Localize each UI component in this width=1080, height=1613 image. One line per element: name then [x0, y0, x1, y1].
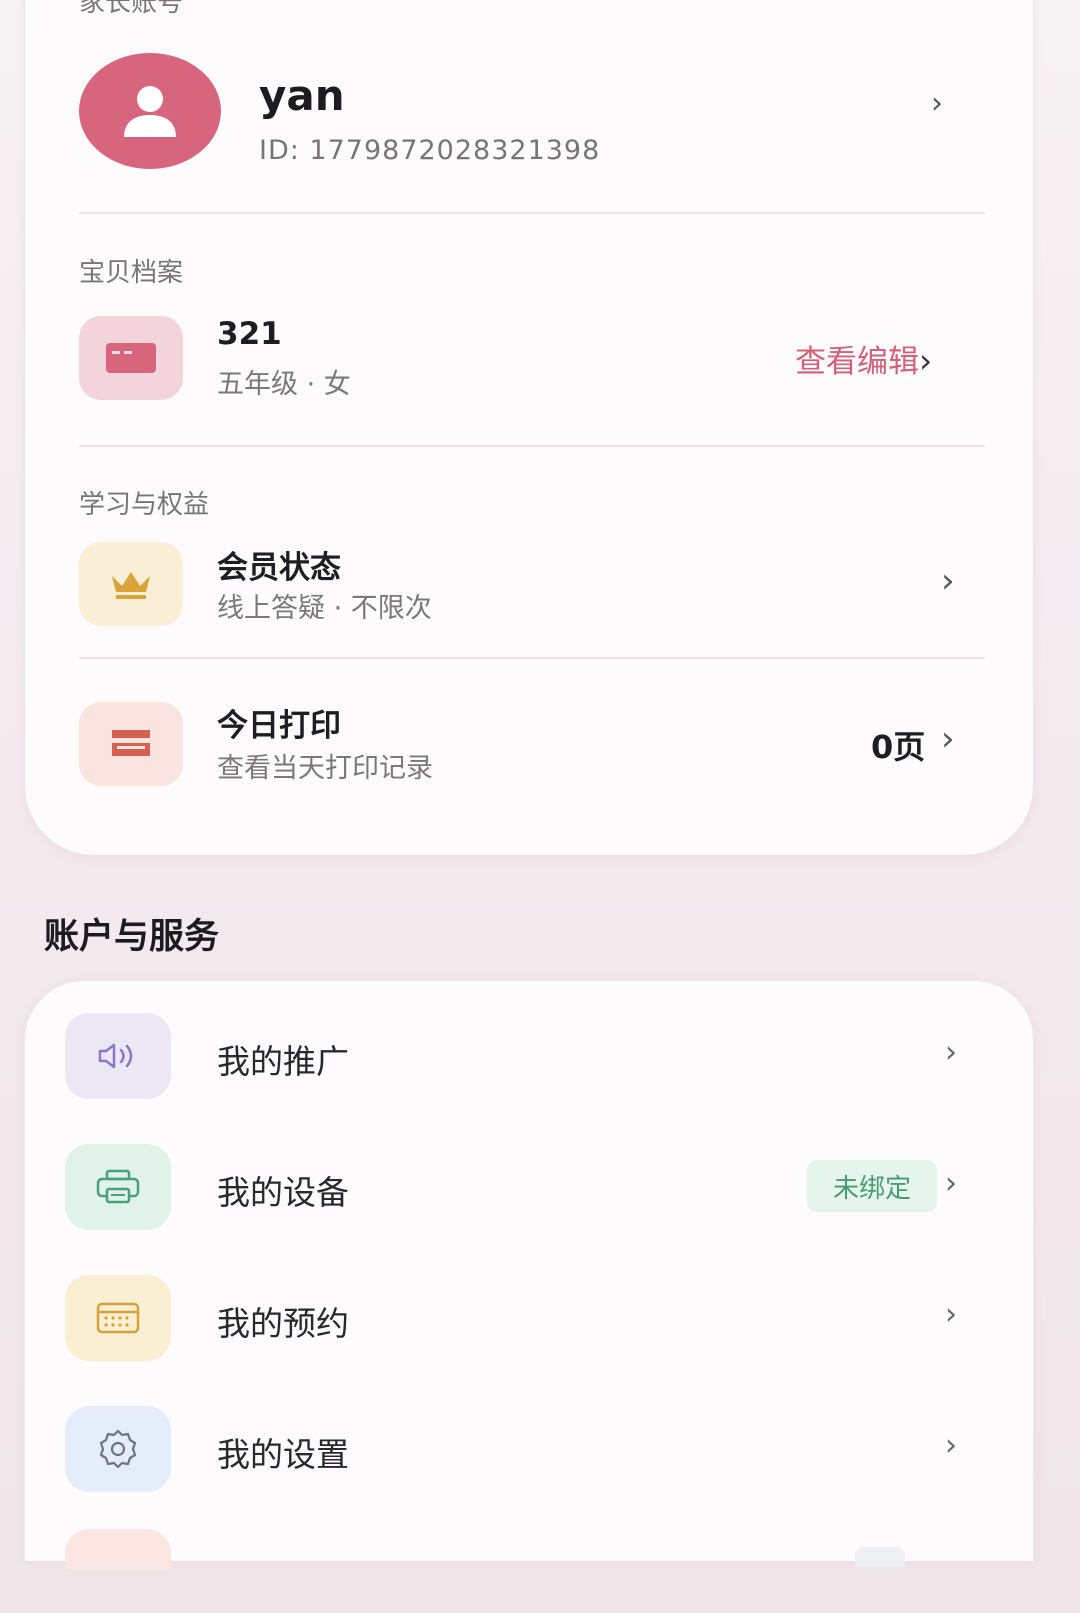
chevron-right-icon: ›	[945, 1428, 957, 1463]
settings-icon-box	[65, 1406, 171, 1492]
id-card-icon	[106, 343, 156, 373]
partial-menu-icon	[65, 1529, 171, 1569]
child-name: 321	[217, 316, 282, 352]
parent-name: yan	[259, 71, 345, 120]
child-info: 五年级 · 女	[217, 369, 351, 400]
parent-section-label: 家长账号	[79, 0, 184, 18]
id-card-icon-box	[79, 316, 183, 400]
user-icon	[124, 86, 176, 137]
view-edit-link[interactable]: 查看编辑›	[795, 336, 932, 381]
view-edit-label: 查看编辑	[795, 344, 919, 380]
appointments-icon-box	[65, 1275, 171, 1361]
membership-title: 会员状态	[217, 550, 341, 586]
menu-item-devices[interactable]: 我的设备 未绑定 ›	[25, 1142, 1033, 1232]
crown-icon	[112, 572, 150, 599]
avatar	[79, 53, 221, 169]
partial-badge	[855, 1547, 905, 1567]
chevron-right-icon: ›	[931, 86, 943, 121]
menu-item-appointments[interactable]: 我的预约 ›	[25, 1273, 1033, 1363]
menu-item-promotion[interactable]: 我的推广 ›	[25, 1011, 1033, 1101]
chevron-right-icon: ›	[945, 1166, 957, 1201]
divider	[79, 657, 985, 659]
promotion-label: 我的推广	[217, 1042, 349, 1081]
child-profile-row[interactable]: 321 五年级 · 女 查看编辑›	[25, 312, 1033, 404]
chevron-right-icon: ›	[945, 1297, 957, 1332]
chevron-right-icon: ›	[941, 719, 955, 759]
membership-subtitle: 线上答疑 · 不限次	[217, 593, 432, 624]
parent-account-row[interactable]: yan ID: 1779872028321398 ›	[25, 45, 1033, 175]
megaphone-icon	[98, 1043, 133, 1069]
status-badge: 未绑定	[807, 1160, 937, 1212]
settings-label: 我的设置	[217, 1435, 349, 1474]
print-count: 0页	[871, 728, 926, 766]
divider	[79, 212, 985, 214]
profile-card: 家长账号 yan ID: 1779872028321398 › 宝贝档案 321…	[24, 0, 1034, 856]
printer-icon	[112, 730, 150, 756]
services-title: 账户与服务	[44, 917, 220, 957]
crown-icon-box	[79, 542, 183, 626]
menu-item-settings[interactable]: 我的设置 ›	[25, 1404, 1033, 1494]
calendar-icon	[96, 1302, 140, 1334]
chevron-right-icon: ›	[919, 341, 933, 380]
services-card: 我的推广 › 我的设备 未绑定 › 我的预约 › 我的设置 ›	[24, 980, 1034, 1569]
promotion-icon-box	[65, 1013, 171, 1099]
devices-icon-box	[65, 1144, 171, 1230]
printer-icon	[96, 1169, 140, 1204]
parent-id: ID: 1779872028321398	[259, 135, 601, 166]
membership-row[interactable]: 会员状态 线上答疑 · 不限次 ›	[25, 540, 1033, 628]
study-section-label: 学习与权益	[79, 490, 210, 520]
today-print-title: 今日打印	[217, 708, 341, 744]
child-section-label: 宝贝档案	[79, 258, 184, 288]
divider	[79, 445, 985, 447]
chevron-right-icon: ›	[941, 561, 955, 601]
today-print-subtitle: 查看当天打印记录	[217, 753, 433, 784]
today-print-row[interactable]: 今日打印 查看当天打印记录 0页 ›	[25, 698, 1033, 788]
devices-label: 我的设备	[217, 1173, 349, 1212]
chevron-right-icon: ›	[945, 1035, 957, 1070]
print-icon-box	[79, 702, 183, 786]
appointments-label: 我的预约	[217, 1304, 349, 1343]
gear-icon	[99, 1429, 137, 1469]
